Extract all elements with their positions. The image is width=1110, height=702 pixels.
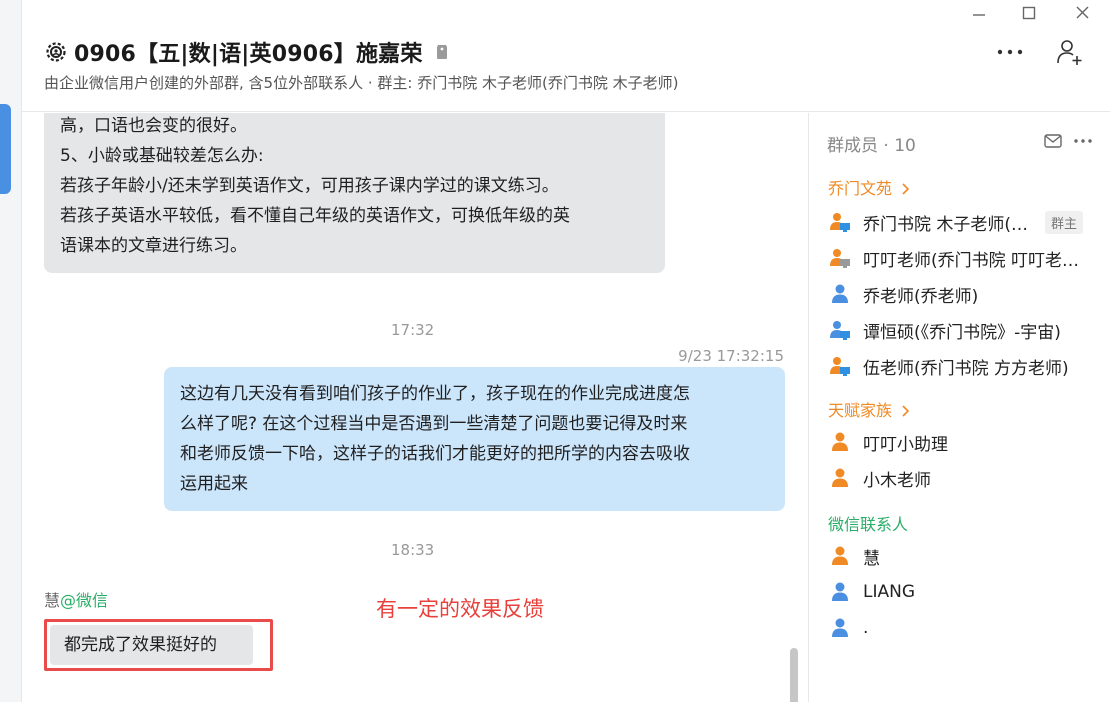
ellipsis-icon [997, 49, 1023, 55]
owner-badge: 群主 [1045, 210, 1084, 234]
member-item[interactable]: 乔门书院 木子老师(乔门书院 木子老师) 群主 [829, 208, 1095, 236]
ellipsis-icon [1074, 139, 1092, 143]
message-line: 语课本的文章进行练习。 [60, 236, 247, 256]
highlight-box: 都完成了效果挺好的 [44, 619, 273, 671]
person-computer-icon [830, 213, 850, 232]
message-timestamp: 9/23 17:32:15 [678, 347, 784, 365]
person-computer-icon [830, 321, 850, 340]
external-tag-icon [436, 45, 447, 59]
member-name: 伍老师(乔门书院 方方老师) [863, 358, 1069, 379]
member-name: . [863, 618, 869, 638]
message-line: 这边有几天没有看到咱们孩子的作业了，孩子现在的作业完成进度怎 [180, 384, 690, 404]
member-item[interactable]: 谭恒硕(《乔门书院》-宇宙) [829, 316, 1095, 344]
member-item[interactable]: 伍老师(乔门书院 方方老师) [829, 352, 1095, 380]
member-name: LIANG [863, 582, 916, 602]
message-bubble-received[interactable]: 高，口语也会变的很好。 5、小龄或基础较差怎么办: 若孩子年龄小/还未学到英语作… [44, 113, 665, 273]
member-item[interactable]: 慧 [829, 542, 1095, 570]
message-line: 5、小龄或基础较差怎么办: [60, 146, 264, 166]
message-line: 若孩子年龄小/还未学到英语作文，可用孩子课内学过的课文练习。 [60, 176, 559, 196]
member-item[interactable]: . [829, 614, 1095, 642]
member-name: 乔门书院 木子老师(乔门书院 木子老师) [863, 214, 1035, 235]
panel-more-button[interactable] [1071, 129, 1095, 153]
message-sender[interactable]: 慧@微信 [44, 587, 108, 611]
chat-messages-area[interactable]: 高，口语也会变的很好。 5、小龄或基础较差怎么办: 若孩子年龄小/还未学到英语作… [22, 113, 808, 702]
message-line: 高，口语也会变的很好。 [60, 116, 247, 136]
member-item[interactable]: LIANG [829, 578, 1095, 606]
sender-name: 慧 [44, 591, 61, 610]
more-options-button[interactable] [992, 38, 1028, 66]
member-name: 慧 [863, 548, 880, 569]
person-icon [832, 284, 848, 303]
member-item[interactable]: 小木老师 [829, 464, 1095, 492]
page-title: 0906【五|数|语|英0906】施嘉荣 [74, 42, 423, 67]
member-name: 乔老师(乔老师) [863, 286, 979, 307]
add-member-button[interactable] [1052, 36, 1088, 68]
active-chat-indicator [0, 104, 11, 194]
member-section-title[interactable]: 天赋家族 [828, 397, 911, 421]
app-window: 0906【五|数|语|英0906】施嘉荣 由企业微信用户创建的外部群, 含5位外… [0, 0, 1110, 702]
person-computer-gray-icon [830, 249, 850, 268]
gear-group-icon [46, 42, 66, 62]
member-name: 叮叮小助理 [863, 434, 948, 455]
chat-header: 0906【五|数|语|英0906】施嘉荣 由企业微信用户创建的外部群, 含5位外… [22, 0, 1110, 112]
group-subtitle: 由企业微信用户创建的外部群, 含5位外部联系人 · 群主: 乔门书院 木子老师(… [44, 74, 679, 92]
person-icon [832, 432, 848, 451]
person-computer-icon [830, 357, 850, 376]
sender-source: @微信 [60, 591, 109, 610]
member-name: 谭恒硕(《乔门书院》-宇宙) [863, 322, 1061, 343]
message-bubble-received[interactable]: 都完成了效果挺好的 [50, 625, 253, 665]
member-name: 小木老师 [863, 470, 931, 491]
section-label: 天赋家族 [828, 401, 893, 420]
section-label: 乔门文苑 [828, 179, 893, 198]
member-section-title[interactable]: 微信联系人 [828, 511, 908, 535]
title-row: 0906【五|数|语|英0906】施嘉荣 [44, 36, 449, 68]
message-line: 和老师反馈一下哈，这样子的话我们才能更好的把所学的内容去吸收 [180, 444, 690, 464]
chevron-right-icon [902, 405, 910, 417]
member-name: 叮叮老师(乔门书院 叮叮老师) [863, 250, 1085, 271]
left-nav-strip [0, 0, 22, 702]
chat-scrollbar[interactable] [790, 648, 798, 702]
message-line: 若孩子英语水平较低，看不懂自己年级的英语作文，可换低年级的英 [60, 206, 570, 226]
person-icon [832, 582, 848, 601]
message-line: 运用起来 [180, 474, 248, 494]
message-bubble-sent[interactable]: 这边有几天没有看到咱们孩子的作业了，孩子现在的作业完成进度怎 么样了呢? 在这个… [164, 367, 785, 511]
member-item[interactable]: 叮叮小助理 [829, 428, 1095, 456]
add-person-icon [1057, 40, 1082, 65]
member-item[interactable]: 叮叮老师(乔门书院 叮叮老师) [829, 244, 1095, 272]
member-panel: 群成员 · 10 乔门文苑 乔门书院 木子老师(乔门书院 木子老师) 群主 [808, 113, 1110, 702]
message-line: 么样了呢? 在这个过程当中是否遇到一些清楚了问题也要记得及时来 [180, 414, 688, 434]
person-icon [832, 618, 848, 637]
time-divider: 17:32 [391, 321, 435, 339]
annotation-label: 有一定的效果反馈 [376, 597, 544, 621]
mail-icon[interactable] [1043, 131, 1063, 151]
time-divider: 18:33 [391, 541, 435, 559]
chevron-right-icon [902, 183, 910, 195]
person-icon [832, 546, 848, 565]
member-item[interactable]: 乔老师(乔老师) [829, 280, 1095, 308]
member-section-title[interactable]: 乔门文苑 [828, 175, 911, 199]
person-icon [832, 468, 848, 487]
member-count: 群成员 · 10 [827, 136, 916, 156]
